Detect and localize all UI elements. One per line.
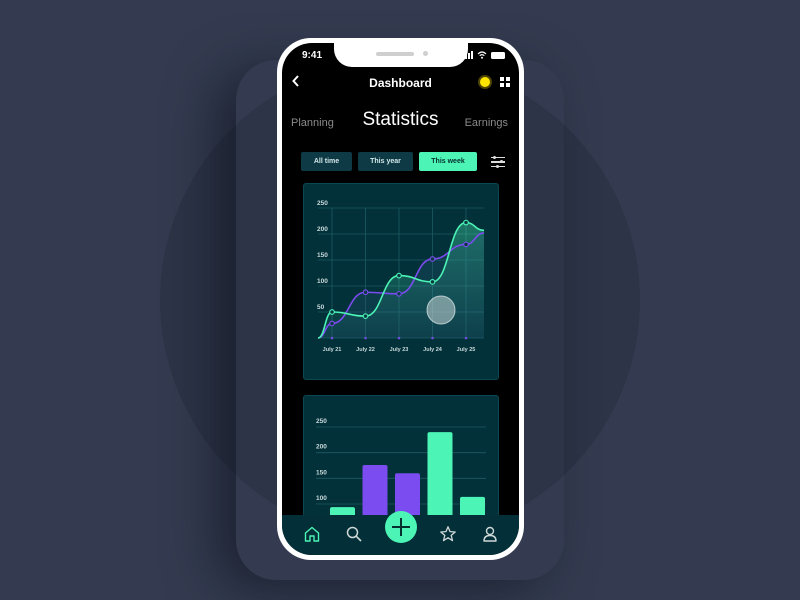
data-point-green [362,313,369,320]
bottom-navbar [282,511,519,555]
camera [423,51,428,56]
y-tick-label: 100 [316,495,327,502]
data-point-green [396,272,402,279]
data-point-green [463,219,469,226]
notch [334,43,468,67]
x-tick-label: July 25 [457,347,476,353]
x-tick-label: July 24 [423,347,443,353]
y-tick-label: 200 [317,226,328,233]
y-tick-label: 200 [316,444,327,451]
grid-icon[interactable] [500,77,510,87]
line-chart: 50 100 150 200 250 July 21 July 22 July 23 July … [317,200,485,353]
filter-this-week[interactable]: This week [419,152,477,171]
wifi-icon [477,51,487,59]
user-icon[interactable] [481,525,499,543]
data-point-purple [463,241,469,248]
y-tick-label: 250 [316,418,327,425]
status-icons [462,51,505,59]
x-tick-label: July 22 [356,347,375,353]
data-point-purple [396,290,402,297]
header: Dashboard [282,71,519,95]
filter-all-time[interactable]: All time [301,152,352,171]
speaker [376,52,414,56]
y-tick-label: 150 [317,252,328,259]
line-chart-card: 50 100 150 200 250 July 21 July 22 July 23 July … [303,183,499,380]
x-tick-label: July 23 [390,347,409,353]
tab-earnings[interactable]: Earnings [465,117,508,129]
phone-screen: 9:41 Dashboard Planning Statistics Earni… [282,43,519,555]
phone-frame: 9:41 Dashboard Planning Statistics Earni… [277,38,524,560]
data-point-green [429,278,436,285]
add-button[interactable] [385,511,417,543]
search-icon[interactable] [345,525,363,543]
x-tick-label: July 21 [323,347,342,353]
data-point-green [329,309,335,315]
sliders-icon[interactable] [491,155,505,169]
home-icon[interactable] [303,525,321,543]
sun-icon[interactable] [480,77,490,87]
y-tick-label: 150 [316,469,327,476]
data-point-purple [362,289,369,296]
data-point-purple [329,320,335,327]
star-icon[interactable] [439,525,457,543]
filter-this-year[interactable]: This year [358,152,413,171]
data-point-purple [429,256,436,262]
signal-icon [462,51,473,59]
touch-indicator [426,295,456,325]
battery-icon [491,52,505,59]
y-tick-label: 250 [317,200,328,207]
y-tick-label: 50 [317,304,325,311]
status-time: 9:41 [302,50,323,61]
y-tick-label: 100 [317,278,328,285]
tabs: Planning Statistics Earnings [282,109,519,137]
time-filters: All time This year This week [301,152,505,171]
